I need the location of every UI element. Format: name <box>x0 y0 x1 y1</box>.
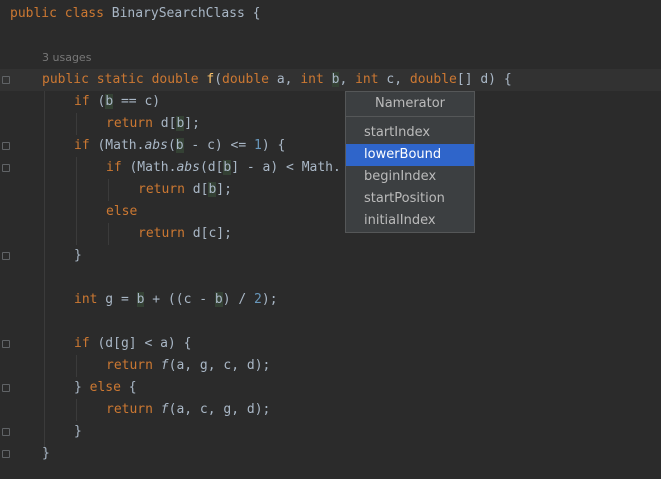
code-line[interactable]: return d[b]; <box>138 179 232 201</box>
indent-guide <box>108 179 109 201</box>
code-text: } <box>74 380 90 395</box>
code-line[interactable]: } <box>74 245 82 267</box>
keyword: int <box>355 72 379 87</box>
namerator-popup: Namerator startIndex lowerBound beginInd… <box>345 91 475 233</box>
code-line[interactable]: else <box>106 201 137 223</box>
usages-hint[interactable]: 3 usages <box>42 47 91 69</box>
popup-title: Namerator <box>346 92 474 117</box>
code-line[interactable]: } <box>42 443 50 465</box>
indent-guide <box>108 223 109 245</box>
code-text: g = <box>97 292 137 307</box>
keyword: public static double <box>42 72 207 87</box>
code-text: ( <box>89 94 106 109</box>
keyword: if <box>106 160 122 175</box>
code-text: - c) <= <box>183 138 255 153</box>
code-text: ( <box>167 138 176 153</box>
keyword: else <box>106 204 138 219</box>
code-text: == c) <box>113 94 161 109</box>
code-line[interactable]: if (Math.abs(d[b] - a) < Math. <box>106 157 341 179</box>
code-text: (a, g, c, d); <box>168 358 271 373</box>
indent-guide <box>76 399 77 421</box>
code-line[interactable]: int g = b + ((c - b) / 2); <box>74 289 278 311</box>
suggestion-item[interactable]: initialIndex <box>346 210 474 232</box>
keyword: else <box>89 380 121 395</box>
keyword: double <box>409 72 457 87</box>
code-text: [] d) { <box>456 72 512 87</box>
code-line-class[interactable]: public class BinarySearchClass { <box>10 3 260 25</box>
method-call: abs <box>144 138 168 153</box>
code-text: (Math. <box>121 160 177 175</box>
code-text: d[c]; <box>184 226 232 241</box>
keyword: return <box>106 358 153 373</box>
fold-marker[interactable] <box>2 450 10 458</box>
method-call: abs <box>176 160 200 175</box>
fold-marker[interactable] <box>2 142 10 150</box>
code-text: ) { <box>261 138 286 153</box>
code-line[interactable]: return d[b]; <box>106 113 200 135</box>
fold-marker[interactable] <box>2 76 10 84</box>
code-text: ); <box>261 292 278 307</box>
code-text: c, <box>378 72 410 87</box>
keyword: public class <box>10 6 112 21</box>
keyword: return <box>138 226 185 241</box>
keyword: return <box>106 116 153 131</box>
keyword: if <box>74 336 90 351</box>
number-literal: 2 <box>254 292 262 307</box>
code-line[interactable]: if (b == c) <box>74 91 160 113</box>
code-text: ]; <box>184 116 200 131</box>
code-text: (Math. <box>89 138 145 153</box>
keyword: int <box>74 292 98 307</box>
method-call: f <box>152 358 169 373</box>
code-text: + ((c - <box>144 292 215 307</box>
fold-marker[interactable] <box>2 252 10 260</box>
code-line-signature[interactable]: public static double f(double a, int b, … <box>42 69 512 91</box>
code-line[interactable]: if (Math.abs(b - c) <= 1) { <box>74 135 285 157</box>
keyword: return <box>138 182 185 197</box>
code-text: ) / <box>222 292 255 307</box>
code-text: (d[ <box>199 160 224 175</box>
code-line[interactable]: return d[c]; <box>138 223 232 245</box>
suggestion-item[interactable]: startIndex <box>346 122 474 144</box>
code-text: a, <box>269 72 301 87</box>
indent-guide <box>76 113 77 135</box>
indent-guide <box>76 157 77 245</box>
indent-guide <box>44 91 45 455</box>
var-b-highlight: b <box>175 138 184 153</box>
var-b-highlight: b <box>214 292 223 307</box>
code-line[interactable]: return f(a, g, c, d); <box>106 355 270 377</box>
code-text: { <box>120 380 137 395</box>
keyword: int <box>300 72 324 87</box>
keyword: return <box>106 402 153 417</box>
class-name: BinarySearchClass { <box>111 6 261 21</box>
fold-marker[interactable] <box>2 340 10 348</box>
var-b-highlight: b <box>105 94 114 109</box>
fold-marker[interactable] <box>2 164 10 172</box>
suggestion-item[interactable]: startPosition <box>346 188 474 210</box>
code-text: (d[g] < a) { <box>89 336 192 351</box>
code-line[interactable]: if (d[g] < a) { <box>74 333 191 355</box>
fold-marker[interactable] <box>2 384 10 392</box>
code-text: (a, c, g, d); <box>168 402 271 417</box>
code-text: ] - a) < Math. <box>231 160 341 175</box>
code-line[interactable]: } <box>74 421 82 443</box>
indent-guide <box>76 355 77 377</box>
code-line[interactable]: return f(a, c, g, d); <box>106 399 270 421</box>
method-call: f <box>152 402 169 417</box>
code-text: , <box>339 72 356 87</box>
code-text: d[ <box>152 116 177 131</box>
suggestion-item[interactable]: beginIndex <box>346 166 474 188</box>
number-literal: 1 <box>254 138 262 153</box>
keyword: double <box>222 72 269 87</box>
keyword: if <box>74 138 90 153</box>
code-line[interactable]: } else { <box>74 377 137 399</box>
suggestion-item-selected[interactable]: lowerBound <box>346 144 474 166</box>
suggestion-list: startIndex lowerBound beginIndex startPo… <box>346 117 474 232</box>
keyword: if <box>74 94 90 109</box>
code-text: ]; <box>216 182 232 197</box>
code-text: d[ <box>184 182 209 197</box>
code-text: ( <box>214 72 223 87</box>
fold-marker[interactable] <box>2 428 10 436</box>
